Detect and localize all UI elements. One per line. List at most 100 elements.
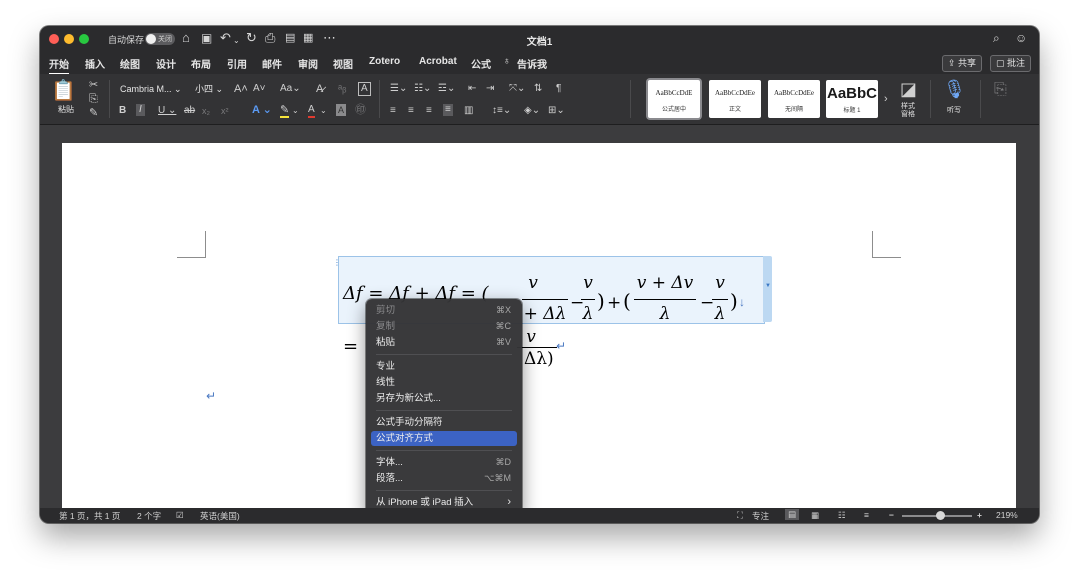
change-case-icon[interactable]: Aa⌄ — [280, 83, 301, 95]
tab-home[interactable]: 开始 — [49, 56, 69, 75]
fraction-denominator: Δλ) — [524, 349, 554, 369]
tab-draw[interactable]: 绘图 — [120, 56, 140, 71]
copy-icon[interactable]: ⎘ — [89, 93, 98, 105]
cut-icon[interactable]: ✂ — [89, 79, 98, 91]
enclose-characters-icon[interactable]: ㊞ — [355, 104, 366, 116]
shading-icon[interactable]: ◈⌄ — [524, 105, 540, 117]
distributed-icon[interactable]: ▥ — [464, 105, 473, 117]
style-name: 公式居中 — [661, 107, 686, 113]
multilevel-list-icon[interactable]: ☲⌄ — [438, 83, 455, 95]
tab-insert[interactable]: 插入 — [85, 56, 105, 71]
share-button[interactable]: ⇪ 共享 — [942, 55, 983, 72]
styles-pane-icon[interactable]: ◪ — [900, 80, 917, 98]
menu-item-linear[interactable]: 线性 — [371, 375, 517, 390]
outline-view-icon[interactable]: ☷ — [838, 510, 846, 521]
font-color-icon[interactable]: A — [308, 104, 315, 118]
menu-item-equation-alignment[interactable]: 公式对齐方式 — [371, 431, 517, 446]
style-heading-1[interactable]: AaBbC 标题 1 — [826, 80, 878, 118]
character-shading-icon[interactable]: A — [336, 104, 347, 116]
editor-icon[interactable]: ⎘ — [994, 82, 1007, 98]
proofing-icon[interactable]: ☑ — [176, 510, 184, 521]
context-menu: 剪切 ⌘X 复制 ⌘C 粘贴 ⌘V 专业 线性 另存为新公式... 公式手动分隔… — [366, 299, 522, 515]
align-center-icon[interactable]: ≡ — [408, 105, 414, 117]
justify-icon[interactable]: ≡ — [443, 104, 453, 116]
font-size-select[interactable]: 小四 ⌄ — [192, 82, 231, 96]
tab-design[interactable]: 设计 — [156, 56, 176, 71]
menu-item-font[interactable]: 字体... ⌘D — [371, 455, 517, 470]
bold-icon[interactable]: B — [119, 105, 126, 117]
tab-acrobat[interactable]: Acrobat — [419, 56, 457, 67]
style-normal[interactable]: AaBbCcDdEe 正文 — [709, 80, 761, 118]
menu-item-cut[interactable]: 剪切 ⌘X — [371, 303, 517, 318]
document-page[interactable]: ⋮ ▼ Δf = Δf + Δf = ( v + Δλ − v λ ) + ( … — [62, 143, 1016, 518]
subscript-icon[interactable]: x₂ — [202, 105, 210, 117]
format-painter-icon[interactable]: ✎ — [89, 107, 98, 119]
language-label[interactable]: 英语(美国) — [200, 510, 240, 522]
fraction-denominator: λ — [714, 304, 726, 324]
numbering-icon[interactable]: ☷⌄ — [414, 83, 431, 95]
paste-icon[interactable]: 📋 — [51, 81, 76, 101]
account-icon[interactable]: ☺ — [1015, 31, 1027, 45]
style-no-spacing[interactable]: AaBbCcDdEe 无间隔 — [768, 80, 820, 118]
page-count[interactable]: 第 1 页，共 1 页 — [59, 510, 120, 522]
borders-icon[interactable]: ⊞⌄ — [548, 105, 565, 117]
line-spacing-icon[interactable]: ↕≡⌄ — [492, 105, 511, 117]
menu-item-copy[interactable]: 复制 ⌘C — [371, 319, 517, 334]
decrease-indent-icon[interactable]: ⇤ — [468, 83, 476, 95]
tab-equation[interactable]: 公式 — [471, 56, 491, 71]
zoom-in-button[interactable]: + — [977, 510, 982, 520]
focus-icon[interactable]: ⛶ — [737, 510, 743, 521]
align-right-icon[interactable]: ≡ — [426, 105, 432, 117]
sort-icon[interactable]: ⇅ — [534, 83, 542, 95]
shrink-font-icon[interactable]: A˅ — [253, 83, 266, 95]
menu-item-professional[interactable]: 专业 — [371, 359, 517, 374]
comments-button[interactable]: ▢ 批注 — [990, 55, 1032, 72]
highlight-dropdown-icon[interactable]: ⌄ — [292, 105, 299, 117]
menu-item-label: 另存为新公式... — [376, 393, 441, 404]
menu-item-paragraph[interactable]: 段落... ⌥⌘M — [371, 471, 517, 486]
align-left-icon[interactable]: ≡ — [390, 105, 396, 117]
zoom-out-button[interactable]: − — [889, 510, 894, 520]
microphone-icon[interactable]: 🎙 — [943, 80, 966, 98]
asian-layout-icon[interactable]: ⤧⌄ — [509, 83, 525, 95]
styles-more-icon[interactable]: › — [884, 93, 888, 105]
font-color-dropdown-icon[interactable]: ⌄ — [320, 105, 327, 117]
tab-references[interactable]: 引用 — [227, 56, 247, 71]
italic-icon[interactable]: I — [136, 104, 145, 116]
divider — [980, 80, 981, 118]
menu-item-paste[interactable]: 粘贴 ⌘V — [371, 335, 517, 350]
phonetic-guide-icon[interactable]: ᵃᵦ — [338, 83, 346, 95]
word-count[interactable]: 2 个字 — [137, 510, 161, 522]
clear-formatting-icon[interactable]: A̷ — [316, 83, 323, 95]
show-marks-icon[interactable]: ¶ — [556, 83, 561, 95]
tab-zotero[interactable]: Zotero — [369, 56, 400, 67]
menu-item-save-as-new-equation[interactable]: 另存为新公式... — [371, 391, 517, 406]
menu-item-label: 字体... — [376, 457, 403, 468]
tab-view[interactable]: 视图 — [333, 56, 353, 71]
search-icon[interactable]: ⌕ — [993, 31, 1000, 45]
web-layout-icon[interactable]: ▦ — [811, 510, 819, 521]
font-name-select[interactable]: Cambria M... ⌄ — [117, 82, 192, 96]
zoom-slider-handle[interactable] — [936, 511, 945, 520]
strikethrough-icon[interactable]: ab — [184, 105, 195, 117]
highlight-icon[interactable]: ✎ — [280, 104, 290, 118]
style-equation-center[interactable]: AaBbCcDdE 公式居中 — [648, 80, 700, 118]
underline-icon[interactable]: U ⌄ — [158, 105, 176, 117]
tab-mailings[interactable]: 邮件 — [262, 56, 282, 71]
bullets-icon[interactable]: ☰⌄ — [390, 83, 407, 95]
equation-options-handle[interactable]: ▼ — [763, 256, 772, 322]
menu-item-label: 公式对齐方式 — [376, 433, 434, 444]
increase-indent-icon[interactable]: ⇥ — [486, 83, 494, 95]
character-border-icon[interactable]: A — [358, 82, 371, 96]
focus-label[interactable]: 专注 — [752, 510, 769, 522]
text-effects-icon[interactable]: A ⌄ — [252, 104, 272, 116]
draft-view-icon[interactable]: ≡ — [864, 510, 869, 520]
tab-layout[interactable]: 布局 — [191, 56, 211, 71]
menu-item-manual-break[interactable]: 公式手动分隔符 — [371, 415, 517, 430]
tell-me-box[interactable]: 告诉我 — [517, 56, 547, 71]
grow-font-icon[interactable]: A˄ — [234, 83, 248, 95]
tab-review[interactable]: 审阅 — [298, 56, 318, 71]
zoom-level[interactable]: 219% — [996, 510, 1018, 520]
superscript-icon[interactable]: x² — [221, 105, 229, 117]
print-layout-icon[interactable]: ▤ — [785, 509, 800, 520]
